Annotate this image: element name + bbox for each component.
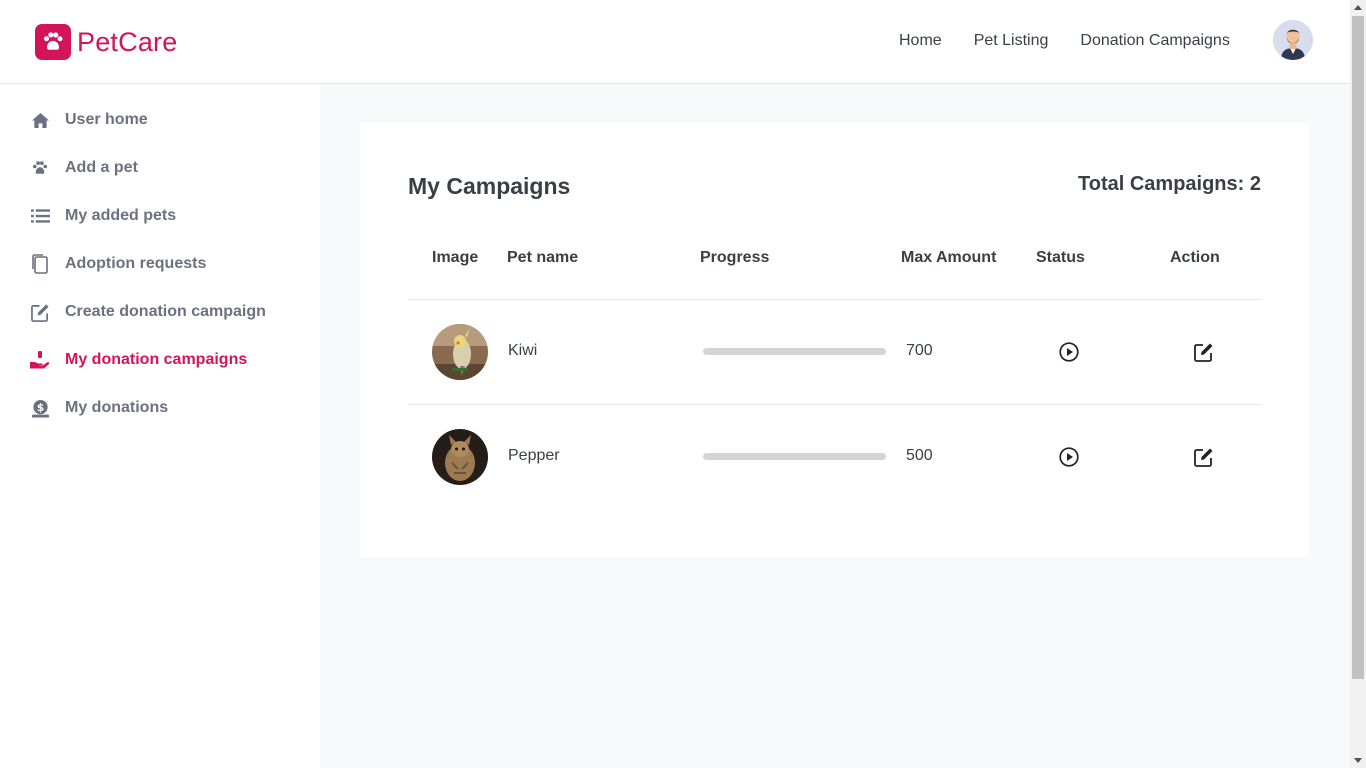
nav-donation-campaigns-link[interactable]: Donation Campaigns <box>1080 32 1229 50</box>
pet-name: Kiwi <box>508 342 538 359</box>
list-icon <box>30 206 50 226</box>
sidebar-item-label: Adoption requests <box>65 255 207 272</box>
brand-logo[interactable]: PetCare <box>35 24 177 60</box>
donation-progress-bar <box>703 453 886 460</box>
pet-image-kiwi <box>432 324 488 380</box>
play-circle-icon <box>1059 447 1079 467</box>
brand-name: PetCare <box>77 26 178 57</box>
sidebar-item-label: Add a pet <box>65 159 138 176</box>
play-circle-icon <box>1059 342 1079 362</box>
home-icon <box>30 110 50 130</box>
total-campaigns-count: Total Campaigns: 2 <box>1078 173 1261 195</box>
max-amount: 500 <box>906 447 933 464</box>
column-header-status: Status <box>1036 249 1085 266</box>
edit-icon <box>30 302 50 322</box>
column-header-progress: Progress <box>700 249 770 266</box>
sidebar-item-adoption-requests[interactable]: Adoption requests <box>30 254 206 274</box>
edit-icon <box>1194 343 1213 362</box>
pet-image-pepper <box>432 429 488 485</box>
pause-resume-button[interactable] <box>1058 446 1080 468</box>
paw-logo-icon <box>35 24 71 60</box>
page-scrollbar[interactable] <box>1350 0 1366 768</box>
sidebar: User home Add a pet My added pets Adopti… <box>0 84 320 768</box>
donation-progress-bar <box>703 348 886 355</box>
sidebar-item-create-donation-campaign[interactable]: Create donation campaign <box>30 302 266 322</box>
sidebar-item-label: My donations <box>65 399 169 416</box>
scroll-up-arrow-icon[interactable] <box>1354 5 1362 10</box>
column-header-pet-name: Pet name <box>507 249 579 266</box>
campaigns-card: My Campaigns Total Campaigns: 2 Image Pe… <box>360 123 1309 557</box>
main-content: My Campaigns Total Campaigns: 2 Image Pe… <box>320 84 1350 768</box>
nav-pet-listing-link[interactable]: Pet Listing <box>974 32 1049 50</box>
pet-name: Pepper <box>508 447 560 464</box>
paw-icon <box>30 158 50 178</box>
column-header-action: Action <box>1170 249 1220 266</box>
hand-holding-icon <box>30 350 50 370</box>
edit-campaign-button[interactable] <box>1193 341 1215 363</box>
sidebar-item-label: User home <box>65 111 148 128</box>
edit-campaign-button[interactable] <box>1193 446 1215 468</box>
user-avatar[interactable] <box>1273 20 1313 60</box>
sidebar-item-label: My added pets <box>65 207 177 224</box>
main-nav: Home Pet Listing Donation Campaigns <box>899 32 1262 50</box>
column-header-max-amount: Max Amount <box>901 249 997 266</box>
svg-text:$: $ <box>36 401 43 413</box>
pause-resume-button[interactable] <box>1058 341 1080 363</box>
top-header: PetCare Home Pet Listing Donation Campai… <box>0 0 1350 84</box>
copy-icon <box>30 254 50 274</box>
scrollbar-thumb[interactable] <box>1352 16 1364 679</box>
page-title: My Campaigns <box>408 173 571 199</box>
scroll-down-arrow-icon[interactable] <box>1354 758 1362 763</box>
sidebar-item-my-donation-campaigns[interactable]: My donation campaigns <box>30 350 247 370</box>
sidebar-item-label: Create donation campaign <box>65 303 266 320</box>
sidebar-item-my-added-pets[interactable]: My added pets <box>30 206 176 226</box>
nav-home-link[interactable]: Home <box>899 32 942 50</box>
sidebar-item-user-home[interactable]: User home <box>30 110 148 130</box>
sidebar-item-add-pet[interactable]: Add a pet <box>30 158 138 178</box>
sidebar-item-label: My donation campaigns <box>65 351 248 368</box>
table-divider <box>408 299 1262 300</box>
table-divider <box>408 404 1262 405</box>
edit-icon <box>1194 448 1213 467</box>
column-header-image: Image <box>432 249 479 266</box>
money-bag-icon: $ <box>30 398 50 418</box>
sidebar-item-my-donations[interactable]: $ My donations <box>30 398 168 418</box>
max-amount: 700 <box>906 342 933 359</box>
